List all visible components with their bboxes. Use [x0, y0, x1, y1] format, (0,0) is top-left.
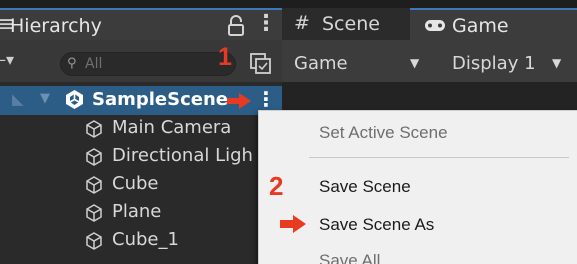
hierarchy-panel: ≡ Hierarchy ⋮ –▾ ⚲ 1 ◣ ▼ SampleScene	[0, 0, 282, 264]
tree-row-scene[interactable]: ◣ ▼ SampleScene ⋮	[0, 86, 282, 115]
chevron-down-icon[interactable]: ▼	[410, 56, 419, 70]
menu-item-save-scene-as[interactable]: Save Scene As	[319, 215, 434, 235]
tree-row-main-camera[interactable]: Main Camera	[0, 115, 282, 143]
tree-row-cube[interactable]: Cube	[0, 171, 282, 199]
red-arrow-icon	[227, 93, 251, 109]
game-mode-dropdown[interactable]: Game	[294, 53, 348, 74]
search-icon: ⚲	[67, 56, 77, 71]
cube-icon	[86, 148, 102, 166]
tree-item-label: Main Camera	[112, 117, 232, 138]
menu-item-save-scene[interactable]: Save Scene	[319, 177, 411, 197]
kebab-menu-icon[interactable]: ⋮	[255, 11, 277, 36]
game-toolbar: Game ▼ Display 1 ▼	[282, 40, 577, 82]
hash-icon: #	[294, 12, 310, 34]
menu-separator	[309, 157, 569, 158]
search-input[interactable]	[85, 55, 225, 73]
chevron-down-icon[interactable]: ▼	[552, 56, 561, 70]
tree-row-cube-1[interactable]: Cube_1	[0, 227, 282, 255]
scene-visibility-icon[interactable]	[247, 51, 273, 75]
cube-icon	[86, 204, 102, 222]
tree-row-plane[interactable]: Plane	[0, 199, 282, 227]
scene-context-menu: Set Active Scene 2 Save Scene Save Scene…	[258, 110, 577, 264]
tree-item-label: Plane	[112, 201, 162, 222]
gamepad-icon	[425, 20, 445, 31]
tree-item-label: Cube	[112, 173, 159, 194]
tab-hierarchy[interactable]: ≡ Hierarchy ⋮	[0, 8, 282, 40]
fold-arrow-icon[interactable]: ▼	[40, 91, 50, 106]
tree-row-directional-light[interactable]: Directional Ligh	[0, 143, 282, 171]
cube-icon	[86, 120, 102, 138]
tab-game[interactable]: Game	[410, 8, 577, 40]
tree-item-label: Directional Ligh	[112, 145, 253, 166]
annotation-step-1: 1	[218, 43, 232, 71]
lock-icon[interactable]	[226, 15, 246, 37]
hierarchy-search[interactable]: ⚲	[60, 52, 236, 76]
tree-item-label: Cube_1	[112, 229, 179, 250]
menu-item-save-all[interactable]: Save All	[319, 251, 380, 264]
tab-game-label: Game	[452, 15, 509, 37]
hierarchy-tab-bar: ≡ Hierarchy ⋮	[0, 0, 282, 40]
tab-scene-label: Scene	[322, 13, 380, 35]
unity-scene-icon	[66, 90, 83, 109]
display-dropdown[interactable]: Display 1	[452, 53, 536, 74]
scene-kebab-menu-icon[interactable]: ⋮	[256, 87, 276, 111]
scene-name: SampleScene	[92, 89, 228, 110]
hierarchy-title: Hierarchy	[10, 15, 102, 37]
annotation-step-2: 2	[269, 171, 284, 201]
cube-icon	[86, 176, 102, 194]
create-dropdown-icon[interactable]: –▾	[0, 50, 14, 69]
hierarchy-toolbar: –▾ ⚲	[0, 40, 282, 82]
visibility-toggle-icon[interactable]: ◣	[12, 90, 24, 108]
red-arrow-icon	[280, 215, 306, 233]
menu-item-set-active-scene[interactable]: Set Active Scene	[319, 123, 448, 143]
tab-scene[interactable]: # Scene	[282, 8, 410, 40]
view-tab-bar: # Scene Game	[282, 0, 577, 40]
cube-icon	[86, 232, 102, 250]
